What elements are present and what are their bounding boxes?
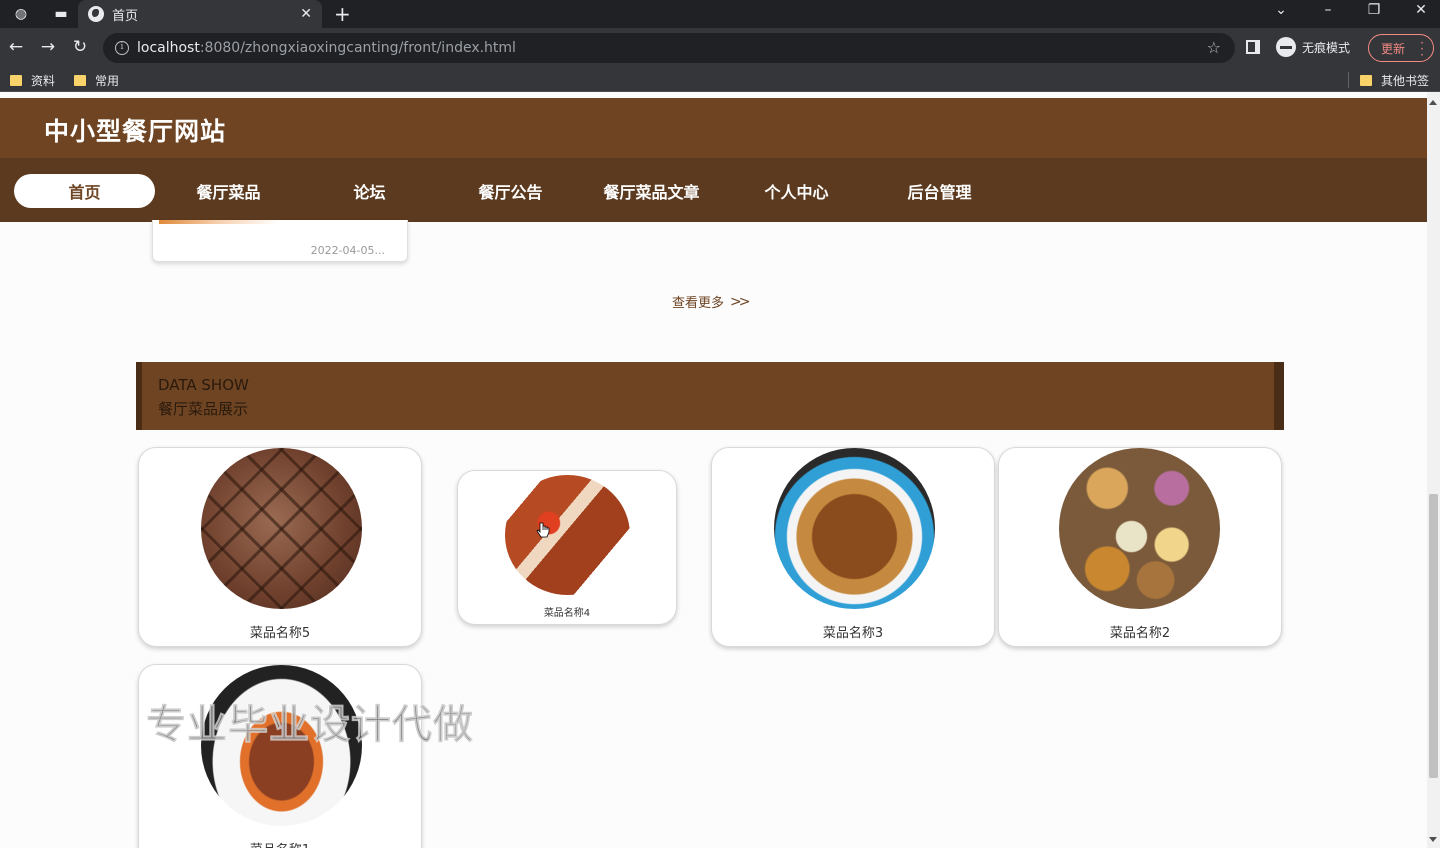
close-window-button[interactable]: ✕ bbox=[1406, 2, 1436, 18]
dish-card[interactable]: 菜品名称4 bbox=[457, 470, 677, 625]
url-path: :8080/zhongxiaoxingcanting/front/index.h… bbox=[199, 40, 516, 56]
nav-announcements[interactable]: 餐厅公告 bbox=[440, 174, 581, 208]
tab-list-chevron-icon[interactable]: ⌄ bbox=[1266, 2, 1296, 18]
site-header: 中小型餐厅网站 bbox=[0, 98, 1427, 160]
nav-admin[interactable]: 后台管理 bbox=[869, 174, 1010, 208]
dish-image bbox=[1059, 448, 1220, 609]
new-tab-button[interactable]: + bbox=[334, 2, 351, 26]
scroll-up-arrow-icon[interactable] bbox=[1429, 100, 1437, 105]
folder-icon bbox=[74, 75, 86, 86]
browser-tab-home[interactable]: 首页 ✕ bbox=[78, 0, 322, 28]
site-nav: 首页 餐厅菜品 论坛 餐厅公告 餐厅菜品文章 个人中心 后台管理 bbox=[0, 158, 1427, 222]
restore-button[interactable]: ❐ bbox=[1359, 2, 1389, 18]
dish-name: 菜品名称3 bbox=[822, 626, 884, 641]
browser-globe-icon[interactable]: ◍ bbox=[10, 4, 32, 24]
globe-icon bbox=[88, 6, 104, 22]
bookmark-star-icon[interactable]: ☆ bbox=[1207, 38, 1221, 57]
dish-card[interactable]: 菜品名称5 bbox=[138, 447, 422, 647]
site-title: 中小型餐厅网站 bbox=[44, 117, 227, 146]
dish-name: 菜品名称4 bbox=[543, 608, 591, 619]
bookmark-folder-ziliao[interactable]: 资料 bbox=[10, 72, 55, 89]
update-label: 更新 bbox=[1381, 41, 1406, 56]
card-date: 2022-04-05... bbox=[310, 244, 385, 257]
view-more-label: 查看更多 bbox=[672, 296, 725, 311]
dish-name: 菜品名称2 bbox=[1109, 626, 1171, 641]
bookmarks-bar: 资料 常用 其他书签 bbox=[0, 68, 1440, 92]
other-bookmarks-label: 其他书签 bbox=[1381, 74, 1430, 88]
view-more-link[interactable]: 查看更多 >> bbox=[672, 292, 751, 312]
browser-tab-bar: ◍ ▬ 首页 ✕ + ⌄ – ❐ ✕ bbox=[0, 0, 1440, 28]
folder-icon bbox=[10, 75, 22, 86]
tab-search-icon[interactable]: ▬ bbox=[50, 4, 72, 24]
dish-image bbox=[201, 448, 362, 609]
incognito-icon bbox=[1276, 37, 1296, 57]
close-tab-icon[interactable]: ✕ bbox=[300, 6, 312, 22]
dish-card[interactable]: 菜品名称3 bbox=[711, 447, 995, 647]
nav-forum[interactable]: 论坛 bbox=[299, 174, 440, 208]
nav-dishes[interactable]: 餐厅菜品 bbox=[158, 174, 299, 208]
bookmark-label: 资料 bbox=[31, 74, 56, 88]
nav-home[interactable]: 首页 bbox=[14, 174, 155, 208]
scroll-down-arrow-icon[interactable] bbox=[1429, 837, 1437, 842]
folder-icon bbox=[1360, 75, 1372, 86]
previous-news-card[interactable]: 2022-04-05... bbox=[152, 220, 408, 262]
browser-toolbar: ← → ↻ i localhost:8080/zhongxiaoxingcant… bbox=[0, 28, 1440, 68]
dish-image bbox=[505, 475, 630, 595]
dish-image bbox=[774, 448, 935, 609]
dish-name: 菜品名称5 bbox=[249, 626, 311, 641]
back-arrow-icon[interactable]: ← bbox=[5, 37, 27, 57]
incognito-label: 无痕模式 bbox=[1302, 40, 1351, 55]
dish-card[interactable]: 菜品名称2 bbox=[998, 447, 1282, 647]
minimize-button[interactable]: – bbox=[1313, 2, 1343, 18]
update-button[interactable]: 更新 · · · bbox=[1368, 34, 1434, 62]
section-header: DATA SHOW 餐厅菜品展示 bbox=[136, 362, 1284, 430]
bookmark-label: 常用 bbox=[95, 74, 120, 88]
dish-name: 菜品名称1 bbox=[139, 839, 421, 848]
scroll-thumb[interactable] bbox=[1429, 494, 1438, 778]
card-image-edge bbox=[159, 220, 279, 224]
site-info-icon[interactable]: i bbox=[115, 41, 129, 55]
nav-dish-articles[interactable]: 餐厅菜品文章 bbox=[581, 174, 722, 208]
forward-arrow-icon[interactable]: → bbox=[37, 37, 59, 57]
watermark-text: 专业毕业设计代做 bbox=[146, 702, 474, 749]
section-title-cn: 餐厅菜品展示 bbox=[158, 400, 249, 418]
page-viewport: 中小型餐厅网站 首页 餐厅菜品 论坛 餐厅公告 餐厅菜品文章 个人中心 后台管理… bbox=[0, 92, 1440, 848]
page-scrollbar[interactable] bbox=[1427, 92, 1440, 848]
menu-dots-icon: · · · bbox=[1420, 36, 1424, 62]
section-title-en: DATA SHOW bbox=[158, 376, 249, 394]
double-chevron-right-icon: >> bbox=[730, 293, 751, 310]
other-bookmarks[interactable]: 其他书签 bbox=[1360, 72, 1429, 89]
hand-cursor-icon bbox=[536, 522, 550, 538]
side-panel-icon[interactable] bbox=[1246, 40, 1260, 54]
bookmark-folder-changyong[interactable]: 常用 bbox=[74, 72, 119, 89]
nav-personal-center[interactable]: 个人中心 bbox=[726, 174, 867, 208]
incognito-indicator[interactable]: 无痕模式 bbox=[1276, 37, 1350, 57]
tab-title: 首页 bbox=[112, 8, 139, 24]
reload-icon[interactable]: ↻ bbox=[69, 37, 91, 57]
bookmarks-separator bbox=[1348, 72, 1349, 88]
url-host: localhost bbox=[137, 40, 200, 56]
address-bar[interactable]: i localhost:8080/zhongxiaoxingcanting/fr… bbox=[103, 33, 1235, 63]
